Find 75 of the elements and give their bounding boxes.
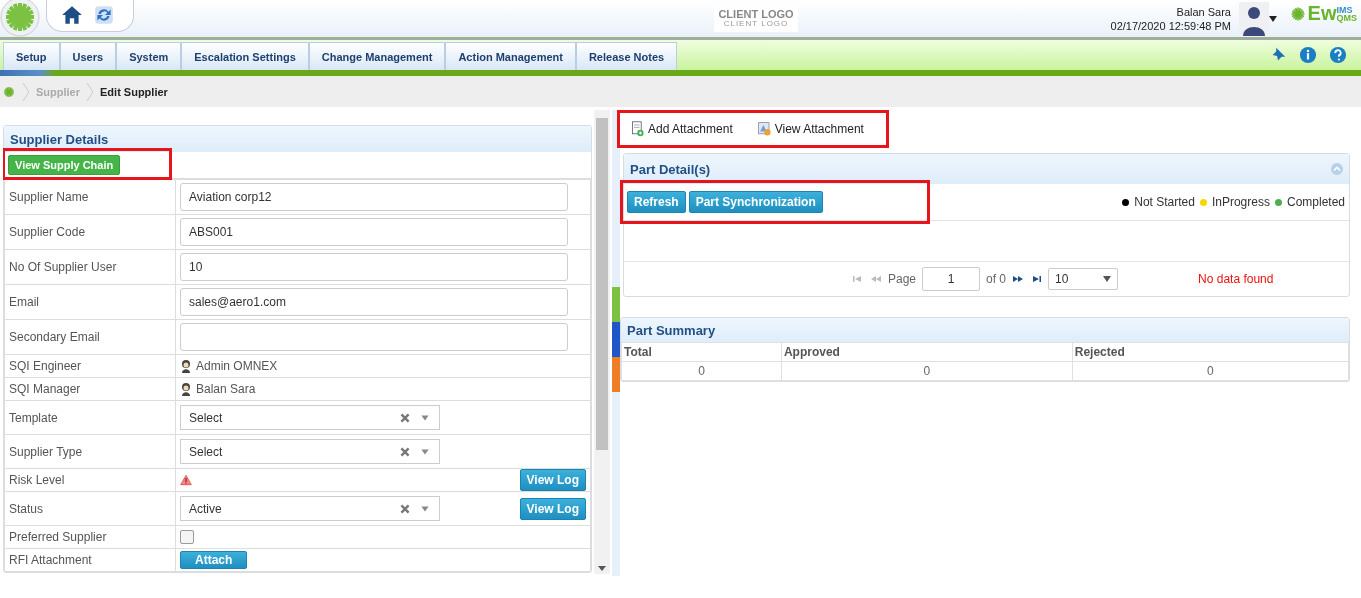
caret-icon[interactable] [1269,15,1277,22]
text-field[interactable]: sales@aero1.com [180,288,568,316]
field-label: Secondary Email [9,330,100,344]
page-size-dropdown[interactable]: 10 [1048,268,1119,290]
date-time: 02/17/2020 12:59:48 PM [1110,18,1231,33]
pager-label: of 0 [986,272,1007,286]
menu-tab[interactable]: Setup [3,42,60,70]
legend-label: Not Started [1134,195,1195,209]
dropdown[interactable]: Select [180,439,440,464]
legend-label: InProgress [1211,195,1270,209]
field-label: Risk Level [9,473,65,487]
next-page-icon[interactable] [1012,275,1025,283]
arrow-down-icon [598,566,606,571]
person-icon [180,359,192,373]
dropdown[interactable]: Select [180,405,440,430]
panel-title: Supplier Details [4,126,591,152]
table-cell: 0 [621,361,782,381]
column-header: Rejected [1072,342,1349,362]
column-header: Total [621,342,782,362]
table-cell: 0 [781,361,1073,381]
field-label: Email [9,295,39,309]
breadcrumb-item: Edit Supplier [100,85,168,98]
empty-message: No data found [1198,272,1274,286]
menu-tab[interactable]: Escalation Settings [181,42,309,70]
menu-tab[interactable]: Release Notes [575,42,678,70]
field-label: No Of Supplier User [9,260,117,274]
column-header: Approved [781,342,1073,362]
chevron-icon [22,82,30,101]
starburst-icon [2,84,16,99]
field-label: Supplier Name [9,190,89,204]
field-label: Preferred Supplier [9,530,107,544]
field-label: Status [9,501,44,516]
user-name: Balan Sara [1175,4,1231,19]
last-page-icon[interactable] [1030,275,1043,283]
attachment-link[interactable]: Add Attachment [630,121,733,137]
field-label: SQI Engineer [9,359,82,373]
menu-tab[interactable]: Users [59,42,117,70]
add-file-icon [630,121,646,137]
starburst-icon [1289,5,1306,22]
caret-icon [1103,276,1112,282]
pager-label: Page [888,272,917,286]
scrollbar[interactable] [594,110,610,574]
table-cell: 0 [1072,361,1349,381]
warning-icon [180,473,192,487]
chevron-icon [86,82,94,101]
menu-tab[interactable]: Action Management [445,42,576,70]
attachment-link[interactable]: View Attachment [756,121,864,137]
panel-title: Part Detail(s) [630,161,711,177]
person-icon [180,382,192,396]
dropdown[interactable]: Active [180,496,440,521]
refresh-icon[interactable] [93,4,115,26]
field-label: Supplier Type [9,444,83,459]
field-value: Admin OMNEX [196,359,278,373]
menu-tab[interactable]: System [116,42,182,70]
text-field[interactable]: Aviation corp12 [180,183,568,211]
text-field[interactable]: ABS001 [180,218,568,246]
field-label: RFI Attachment [9,553,92,567]
text-field[interactable]: 10 [180,253,568,281]
legend-label: Completed [1286,195,1345,209]
field-label: Template [9,410,58,425]
text-field[interactable] [180,323,568,351]
page-field[interactable]: 1 [922,267,981,291]
panel-title: Part Summary [621,318,1349,342]
avatar-icon[interactable] [1239,1,1269,36]
menu-tab[interactable]: Change Management [308,42,446,70]
field-label: SQI Manager [9,382,81,396]
info-icon[interactable] [1299,46,1317,64]
field-label: Supplier Code [9,225,86,239]
image-file-icon [756,121,773,137]
home-icon[interactable] [61,4,83,26]
client-logo: CLIENT LOGO CLIENT LOGO [714,5,798,32]
logo-icon [0,0,40,37]
help-icon[interactable] [1329,46,1347,64]
checkbox[interactable] [180,530,194,545]
field-value: Balan Sara [196,382,256,396]
